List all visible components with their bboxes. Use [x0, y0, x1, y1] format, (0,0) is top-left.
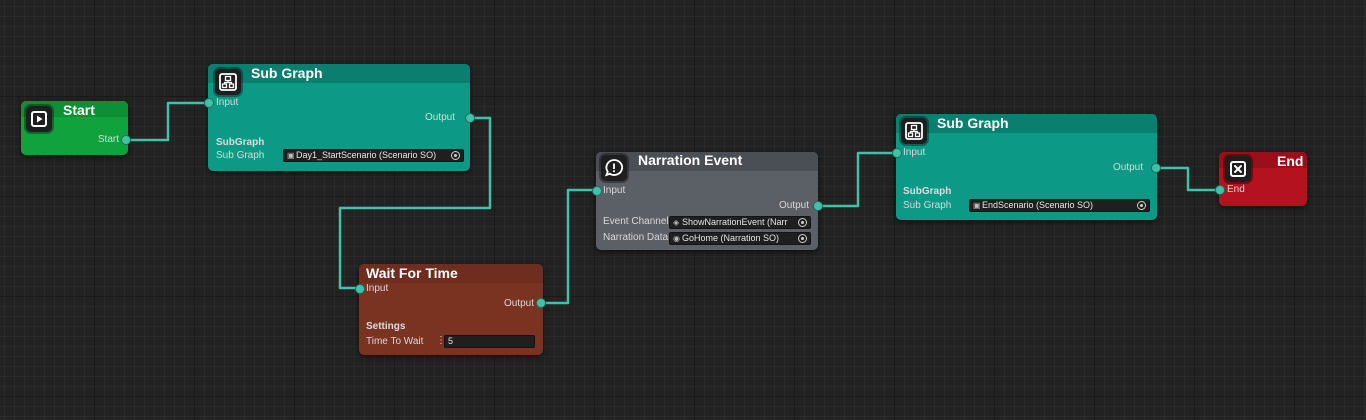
- subgraph-1-output-port[interactable]: [465, 113, 475, 123]
- narration-asset-icon: ◉: [673, 234, 680, 243]
- subgraph-node-2[interactable]: Sub Graph Input Output SubGraph Sub Grap…: [892, 114, 1161, 220]
- wait-field-label: Time To Wait: [366, 336, 424, 347]
- subgraph-1-output-label: Output: [424, 112, 455, 123]
- graph-canvas[interactable]: Start Start Sub Graph Input Output SubGr…: [0, 0, 1366, 420]
- wire-subgraph2-to-end: [1156, 166, 1220, 192]
- wait-input-label: Input: [366, 283, 389, 294]
- object-picker-icon[interactable]: [1137, 201, 1146, 210]
- object-picker-icon[interactable]: [798, 234, 807, 243]
- subgraph-2-output-label: Output: [1112, 162, 1143, 173]
- subgraph-1-input-label: Input: [216, 97, 239, 108]
- subgraph-icon: [215, 69, 241, 95]
- event-channel-label: Event Channel: [603, 216, 669, 227]
- narration-data-value: GoHome (Narration SO): [682, 233, 780, 243]
- narration-data-field[interactable]: ◉ GoHome (Narration SO): [669, 232, 811, 245]
- end-node-title: End: [1277, 153, 1304, 169]
- subgraph-2-input-port[interactable]: [892, 148, 902, 158]
- end-input-port[interactable]: [1215, 185, 1225, 195]
- event-channel-value: ShowNarrationEvent (Narr: [682, 217, 788, 227]
- subgraph-2-object-field[interactable]: ▣ EndScenario (Scenario SO): [969, 199, 1150, 212]
- wire-start-to-subgraph: [126, 101, 208, 142]
- subgraph-1-input-port[interactable]: [204, 98, 214, 108]
- object-picker-icon[interactable]: [451, 151, 460, 160]
- event-channel-asset-icon: ◈: [673, 218, 680, 227]
- subgraph-node-1-title: Sub Graph: [251, 65, 323, 81]
- wait-input-port[interactable]: [355, 284, 365, 294]
- subgraph-2-output-port[interactable]: [1151, 163, 1161, 173]
- narration-output-port[interactable]: [813, 201, 823, 211]
- wait-for-time-node[interactable]: Wait For Time Input Output Settings Time…: [355, 264, 546, 355]
- subgraph-1-field-value: Day1_StartScenario (Scenario SO): [296, 150, 437, 160]
- narration-output-label: Output: [778, 200, 809, 211]
- event-channel-field[interactable]: ◈ ShowNarrationEvent (Narr: [669, 216, 811, 229]
- end-input-label: End: [1227, 184, 1245, 195]
- subgraph-1-section-title: SubGraph: [216, 137, 265, 148]
- narration-data-label: Narration Data: [603, 232, 669, 243]
- subgraph-node-1[interactable]: Sub Graph Input Output SubGraph Sub Grap…: [204, 64, 475, 171]
- wait-node-title: Wait For Time: [366, 265, 458, 281]
- subgraph-icon: [901, 118, 927, 144]
- wire-narration-to-subgraph2: [818, 151, 896, 208]
- play-icon: [26, 106, 52, 132]
- narration-input-label: Input: [603, 185, 626, 196]
- time-to-wait-input[interactable]: 5: [444, 335, 535, 348]
- subgraph-node-2-header: [896, 114, 1157, 133]
- subgraph-2-section-title: SubGraph: [903, 186, 952, 197]
- speech-bubble-icon: [601, 155, 627, 181]
- wait-output-label: Output: [503, 298, 534, 309]
- narration-input-port[interactable]: [592, 186, 602, 196]
- time-to-wait-value: 5: [448, 336, 454, 346]
- subgraph-2-field-value: EndScenario (Scenario SO): [982, 200, 1094, 210]
- start-node-title: Start: [63, 102, 95, 118]
- narration-event-node[interactable]: Narration Event Input Output Event Chann…: [592, 152, 823, 250]
- wire-wait-to-narration: [541, 188, 596, 305]
- start-node[interactable]: Start Start: [21, 101, 131, 155]
- scenario-asset-icon: ▣: [973, 201, 981, 210]
- wait-output-port[interactable]: [536, 298, 546, 308]
- close-icon: [1225, 156, 1251, 182]
- start-output-port[interactable]: [121, 135, 131, 145]
- object-picker-icon[interactable]: [798, 218, 807, 227]
- subgraph-1-field-label: Sub Graph: [216, 150, 265, 161]
- wait-section-title: Settings: [366, 321, 406, 332]
- start-port-label: Start: [97, 134, 119, 145]
- subgraph-2-input-label: Input: [903, 147, 926, 158]
- scenario-asset-icon: ▣: [287, 151, 295, 160]
- subgraph-node-2-title: Sub Graph: [937, 115, 1009, 131]
- narration-node-title: Narration Event: [638, 152, 743, 168]
- subgraph-1-object-field[interactable]: ▣ Day1_StartScenario (Scenario SO): [283, 149, 464, 162]
- subgraph-2-field-label: Sub Graph: [903, 200, 952, 211]
- subgraph-node-1-header: [208, 64, 470, 83]
- end-node[interactable]: End End: [1215, 152, 1307, 206]
